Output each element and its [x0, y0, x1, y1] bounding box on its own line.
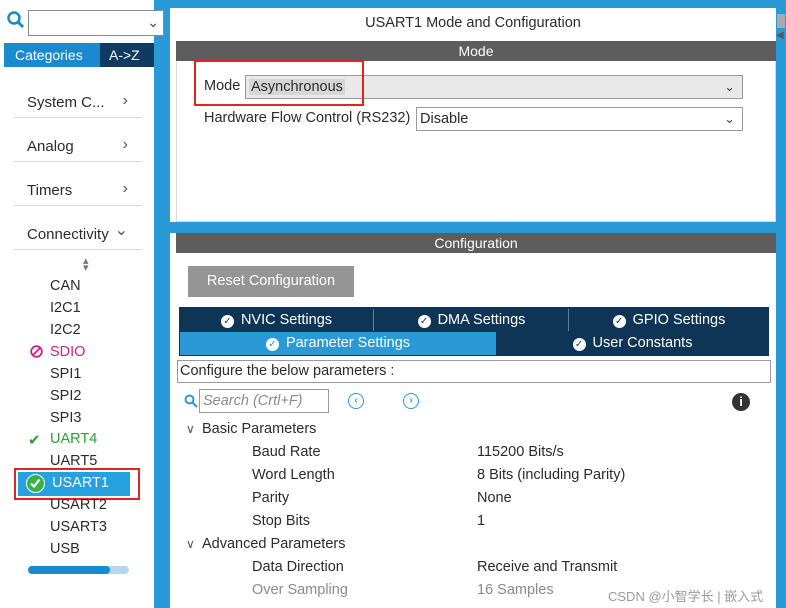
peripheral-spi1[interactable]: SPI1 [50, 366, 81, 382]
param-value[interactable]: 1 [477, 513, 485, 529]
checkmark-icon: ✔ [28, 432, 41, 449]
configuration-section-header: Configuration [176, 233, 776, 253]
hardware-flow-control-value: Disable [420, 111, 469, 127]
check-circle-icon: ✓ [612, 315, 626, 328]
hardware-flow-control-select[interactable]: Disable ⌄ [416, 107, 743, 131]
check-circle-icon: ✓ [417, 315, 431, 328]
param-name: Over Sampling [252, 582, 348, 598]
mode-highlight-box [194, 60, 364, 106]
tab-categories[interactable]: Categories [4, 43, 100, 67]
param-value[interactable]: Receive and Transmit [477, 559, 617, 575]
check-circle-icon: ✓ [220, 315, 234, 328]
group-advanced-parameters[interactable]: ∨ Advanced Parameters [186, 536, 345, 552]
tab-nvic-settings[interactable]: ✓ NVIC Settings [180, 309, 374, 331]
category-label: Timers [27, 182, 73, 199]
param-name: Word Length [252, 467, 335, 483]
check-circle-icon: ✓ [265, 338, 279, 351]
tab-user-constants[interactable]: ✓ User Constants [497, 332, 768, 355]
search-combobox[interactable]: ⌄ [28, 10, 164, 36]
chevron-right-icon: › [122, 180, 128, 197]
tab-label: DMA Settings [437, 312, 526, 328]
peripheral-i2c2[interactable]: I2C2 [50, 322, 81, 338]
tab-gpio-settings[interactable]: ✓ GPIO Settings [570, 309, 768, 331]
forbidden-icon [30, 345, 43, 358]
peripheral-usart2[interactable]: USART2 [50, 497, 107, 513]
scrollbar-thumb[interactable] [28, 566, 110, 574]
group-title: Basic Parameters [202, 421, 317, 437]
parameter-search-input[interactable]: Search (Crtl+F) [199, 389, 329, 413]
tab-a-to-z[interactable]: A->Z [100, 43, 154, 67]
sort-icon[interactable]: ▴ ▾ [83, 256, 89, 274]
peripheral-spi3[interactable]: SPI3 [50, 410, 81, 426]
param-value[interactable]: 16 Samples [477, 582, 554, 598]
group-title: Advanced Parameters [202, 536, 346, 552]
next-icon[interactable]: › [403, 393, 419, 409]
category-connectivity[interactable]: Connectivity ⌄ [14, 208, 142, 250]
category-timers[interactable]: Timers › [14, 164, 142, 206]
param-name: Stop Bits [252, 513, 311, 529]
tab-label: NVIC Settings [240, 312, 333, 328]
peripheral-usb[interactable]: USB [50, 541, 80, 557]
section-divider [170, 222, 776, 233]
horizontal-scrollbar[interactable] [28, 566, 129, 574]
category-system-core[interactable]: System C... › [14, 76, 142, 118]
chevron-down-icon: ∨ [186, 537, 195, 551]
parameters-description: Configure the below parameters : [177, 360, 771, 383]
mode-section-header: Mode [176, 41, 776, 61]
selection-highlight-box [14, 468, 140, 500]
chevron-right-icon: › [122, 136, 128, 153]
previous-icon[interactable]: ‹ [348, 393, 364, 409]
peripheral-sdio[interactable]: SDIO [50, 344, 85, 360]
tab-parameter-settings[interactable]: ✓ Parameter Settings [180, 332, 496, 355]
watermark: CSDN @小智学长 | 嵌入式 [608, 589, 764, 604]
group-basic-parameters[interactable]: ∨ Basic Parameters [186, 421, 316, 437]
search-icon[interactable] [184, 394, 198, 408]
search-icon[interactable] [6, 10, 28, 32]
param-value[interactable]: 115200 Bits/s [477, 444, 564, 460]
tab-dma-settings[interactable]: ✓ DMA Settings [375, 309, 569, 331]
peripheral-uart5[interactable]: UART5 [50, 453, 97, 469]
reset-configuration-button[interactable]: Reset Configuration [188, 266, 354, 297]
chevron-down-icon: ∨ [186, 422, 195, 436]
peripheral-can[interactable]: CAN [50, 278, 81, 294]
param-value[interactable]: None [477, 490, 512, 506]
param-name: Data Direction [252, 559, 344, 575]
param-name: Baud Rate [252, 444, 321, 460]
chevron-down-icon: ⌄ [114, 222, 128, 239]
chevron-down-icon: ⌄ [724, 111, 735, 126]
category-analog[interactable]: Analog › [14, 120, 142, 162]
peripheral-usart3[interactable]: USART3 [50, 519, 107, 535]
tab-label: GPIO Settings [632, 312, 726, 328]
chevron-down-icon[interactable]: ⌄ [147, 14, 159, 31]
param-value[interactable]: 8 Bits (including Parity) [477, 467, 625, 483]
page-title: USART1 Mode and Configuration [365, 15, 581, 31]
category-label: System C... [27, 94, 105, 111]
tab-label: Parameter Settings [285, 335, 411, 351]
peripheral-i2c1[interactable]: I2C1 [50, 300, 81, 316]
scrollbar-thumb[interactable] [777, 14, 785, 28]
peripheral-uart4[interactable]: UART4 [50, 431, 97, 447]
hardware-flow-control-label: Hardware Flow Control (RS232) [204, 110, 411, 126]
top-strip [170, 0, 786, 8]
param-name: Parity [252, 490, 290, 506]
chevron-right-icon: › [122, 92, 128, 109]
category-label: Connectivity [27, 226, 109, 243]
chevron-down-icon: ⌄ [724, 79, 735, 94]
tab-label: User Constants [592, 335, 693, 351]
right-scrollbar-track[interactable] [776, 8, 786, 608]
left-panel-divider [154, 0, 170, 608]
category-label: Analog [27, 138, 74, 155]
scroll-arrow-icon[interactable]: ◀ [776, 30, 784, 41]
info-icon[interactable]: i [732, 393, 750, 411]
check-circle-icon: ✓ [572, 338, 586, 351]
peripheral-spi2[interactable]: SPI2 [50, 388, 81, 404]
